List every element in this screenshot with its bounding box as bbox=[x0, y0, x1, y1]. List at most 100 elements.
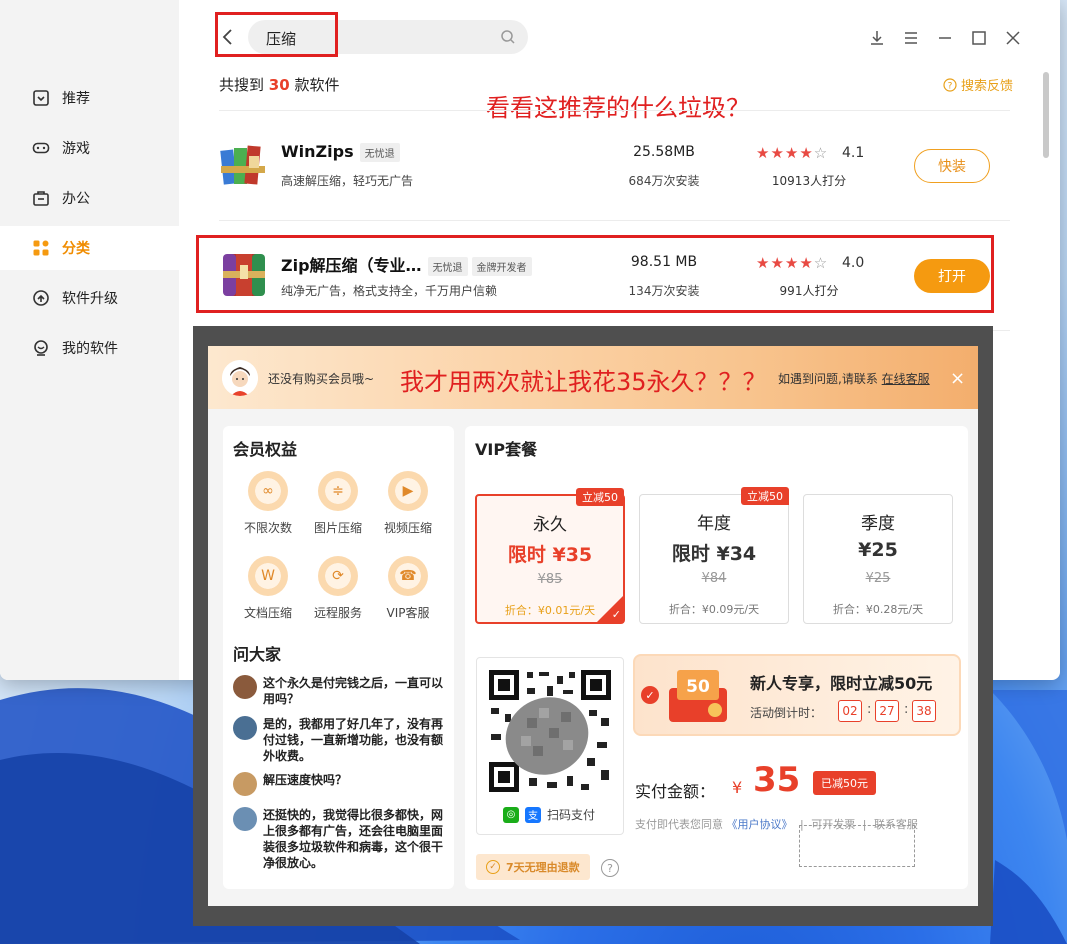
plan-quarterly[interactable]: 季度 ¥25 ¥25 折合：¥0.28元/天 bbox=[803, 494, 953, 624]
countdown-minutes: 27 bbox=[875, 700, 899, 722]
dashed-focus-outline bbox=[799, 825, 915, 867]
plan-name: 永久 bbox=[533, 515, 567, 535]
sidebar-item-office[interactable]: 办公 bbox=[0, 176, 179, 220]
qa-item: 是的，我都用了好几年了，没有再付过钱，一直新增功能，也没有额外收费。 bbox=[233, 716, 447, 764]
qa-item: 还挺快的，我觉得比很多都快，网上很多都有广告，还会往电脑里面装很多垃圾软件和病毒… bbox=[233, 807, 447, 871]
check-circle-icon: ✓ bbox=[641, 686, 659, 704]
plan-original-price: ¥84 bbox=[701, 571, 727, 586]
plan-original-price: ¥25 bbox=[865, 571, 891, 586]
annotation-modal: 我才用两次就让我花35永久？？？ bbox=[400, 368, 767, 396]
annotation-highlight-search bbox=[215, 12, 338, 57]
dialog-header: 还没有购买会员哦~ 我才用两次就让我花35永久？？？ 如遇到问题,请联系 在线客… bbox=[208, 346, 978, 409]
app-tag: 无忧退 bbox=[359, 143, 400, 162]
help-text: 如遇到问题,请联系 bbox=[778, 372, 878, 386]
pay-amount-label: 实付金额： bbox=[635, 782, 716, 801]
image-compress-icon: ≑ bbox=[318, 471, 358, 511]
plan-original-price: ¥85 bbox=[537, 572, 563, 587]
app-name[interactable]: WinZips 无忧退 bbox=[281, 142, 400, 162]
annotation-top: 看看这推荐的什么垃圾？ bbox=[486, 94, 750, 122]
agreement-text: 支付即代表您同意 bbox=[635, 818, 723, 831]
search-feedback-link[interactable]: ? 搜索反馈 bbox=[943, 75, 1013, 94]
sidebar-item-recommend[interactable]: 推荐 bbox=[0, 76, 179, 120]
benefit-label: 图片压缩 bbox=[313, 521, 362, 535]
countdown-hours: 02 bbox=[838, 700, 862, 722]
support-icon: ☎ bbox=[388, 556, 428, 596]
benefit-label: 远程服务 bbox=[313, 606, 362, 620]
sidebar-item-games[interactable]: 游戏 bbox=[0, 126, 179, 170]
benefit-label: VIP客服 bbox=[386, 606, 430, 620]
upgrade-icon bbox=[33, 290, 49, 306]
maximize-icon[interactable] bbox=[970, 29, 988, 47]
plan-price: 限时 ¥35 bbox=[507, 544, 593, 566]
dialog-close-button[interactable]: × bbox=[950, 368, 965, 389]
plan-name: 年度 bbox=[697, 514, 731, 534]
download-icon[interactable] bbox=[868, 29, 886, 47]
benefits-title: 会员权益 bbox=[233, 440, 298, 459]
video-icon: ▶ bbox=[388, 471, 428, 511]
app-name-text: WinZips bbox=[281, 142, 354, 161]
plan-lifetime[interactable]: 立减50 永久 限时 ¥35 ¥85 折合：¥0.01元/天 ✓ bbox=[475, 488, 625, 624]
briefcase-icon bbox=[33, 191, 49, 206]
recommend-icon bbox=[33, 90, 49, 106]
sidebar-item-upgrade[interactable]: 软件升级 bbox=[0, 276, 179, 320]
result-suffix: 款软件 bbox=[294, 76, 340, 94]
result-number: 30 bbox=[268, 76, 290, 94]
annotation-highlight-app bbox=[196, 235, 994, 313]
avatar bbox=[233, 807, 257, 831]
qa-item: 这个永久是付完钱之后，一直可以用吗？ bbox=[233, 675, 447, 707]
qa-answer: 是的，我都用了好几年了，没有再付过钱，一直新增功能，也没有额外收费。 bbox=[263, 717, 444, 763]
divider bbox=[219, 220, 1010, 221]
app-description: 高速解压缩，轻巧无广告 bbox=[281, 174, 414, 188]
plan-yearly[interactable]: 立减50 年度 限时 ¥34 ¥84 折合：¥0.09元/天 bbox=[639, 487, 789, 624]
countdown-label: 活动倒计时： bbox=[750, 706, 823, 720]
app-size: 25.58MB bbox=[633, 144, 695, 160]
promo-badge: 50 bbox=[686, 677, 710, 697]
scrollbar[interactable] bbox=[1043, 72, 1049, 158]
qa-question: 解压速度快吗？ bbox=[263, 773, 348, 787]
qa-title: 问大家 bbox=[233, 645, 282, 664]
avatar bbox=[233, 716, 257, 740]
search-icon[interactable] bbox=[500, 29, 516, 45]
winzips-app-icon bbox=[220, 145, 265, 185]
payment-qr-code: ◎ 支 扫码支付 bbox=[476, 657, 624, 835]
sidebar-item-my-software[interactable]: 我的软件 bbox=[0, 326, 179, 370]
minimize-icon[interactable] bbox=[936, 29, 954, 47]
plan-name: 季度 bbox=[861, 514, 895, 534]
sidebar-item-label: 我的软件 bbox=[62, 341, 118, 357]
svg-text:?: ? bbox=[948, 81, 953, 91]
close-icon[interactable] bbox=[1004, 29, 1022, 47]
sidebar-item-label: 软件升级 bbox=[62, 291, 118, 307]
my-software-icon bbox=[34, 340, 48, 356]
benefits-card: 会员权益 ∞ 不限次数 ≑ 图片压缩 ▶ 视频压缩 W 文档压缩 ⟳ 远程服务 … bbox=[223, 426, 454, 889]
saved-badge: 已减50元 bbox=[813, 771, 876, 795]
app-list-item[interactable]: WinZips 无忧退 高速解压缩，轻巧无广告 25.58MB 684万次安装 ★… bbox=[219, 120, 1010, 210]
result-prefix: 共搜到 bbox=[219, 76, 265, 94]
infinity-icon: ∞ bbox=[248, 471, 288, 511]
user-avatar-icon bbox=[222, 360, 258, 396]
qr-code-image bbox=[487, 668, 613, 794]
remote-service-icon: ⟳ bbox=[318, 556, 358, 596]
refund-badge: ✓ 7天无理由退款 bbox=[476, 854, 590, 880]
menu-icon[interactable] bbox=[902, 29, 920, 47]
help-icon[interactable]: ? bbox=[601, 859, 619, 877]
plan-daily-price: 折合：¥0.09元/天 bbox=[668, 603, 760, 616]
vip-purchase-dialog: 还没有购买会员哦~ 我才用两次就让我花35永久？？？ 如遇到问题,请联系 在线客… bbox=[208, 346, 978, 906]
scan-pay-label: 扫码支付 bbox=[547, 808, 596, 822]
divider bbox=[219, 110, 1010, 111]
refund-label: 7天无理由退款 bbox=[506, 861, 580, 874]
countdown-separator: : bbox=[867, 702, 872, 717]
app-rating: 4.1 bbox=[842, 145, 865, 161]
alipay-icon: 支 bbox=[525, 806, 541, 823]
user-agreement-link[interactable]: 《用户协议》 bbox=[727, 818, 793, 831]
discount-badge: 立减50 bbox=[741, 487, 789, 505]
countdown-separator: : bbox=[904, 702, 909, 717]
online-service-link[interactable]: 在线客服 bbox=[882, 372, 930, 386]
avatar bbox=[233, 675, 257, 699]
benefit-doc-compress: W 文档压缩 bbox=[230, 556, 306, 621]
red-envelope-icon: 50 bbox=[669, 670, 727, 722]
star-rating: ★★★★☆ bbox=[756, 144, 829, 162]
quick-install-button[interactable]: 快装 bbox=[914, 149, 990, 183]
sidebar: 推荐 游戏 办公 分类 软件升级 我的软件 bbox=[0, 0, 179, 680]
sidebar-item-label: 推荐 bbox=[62, 91, 90, 107]
sidebar-item-categories[interactable]: 分类 bbox=[0, 226, 179, 270]
